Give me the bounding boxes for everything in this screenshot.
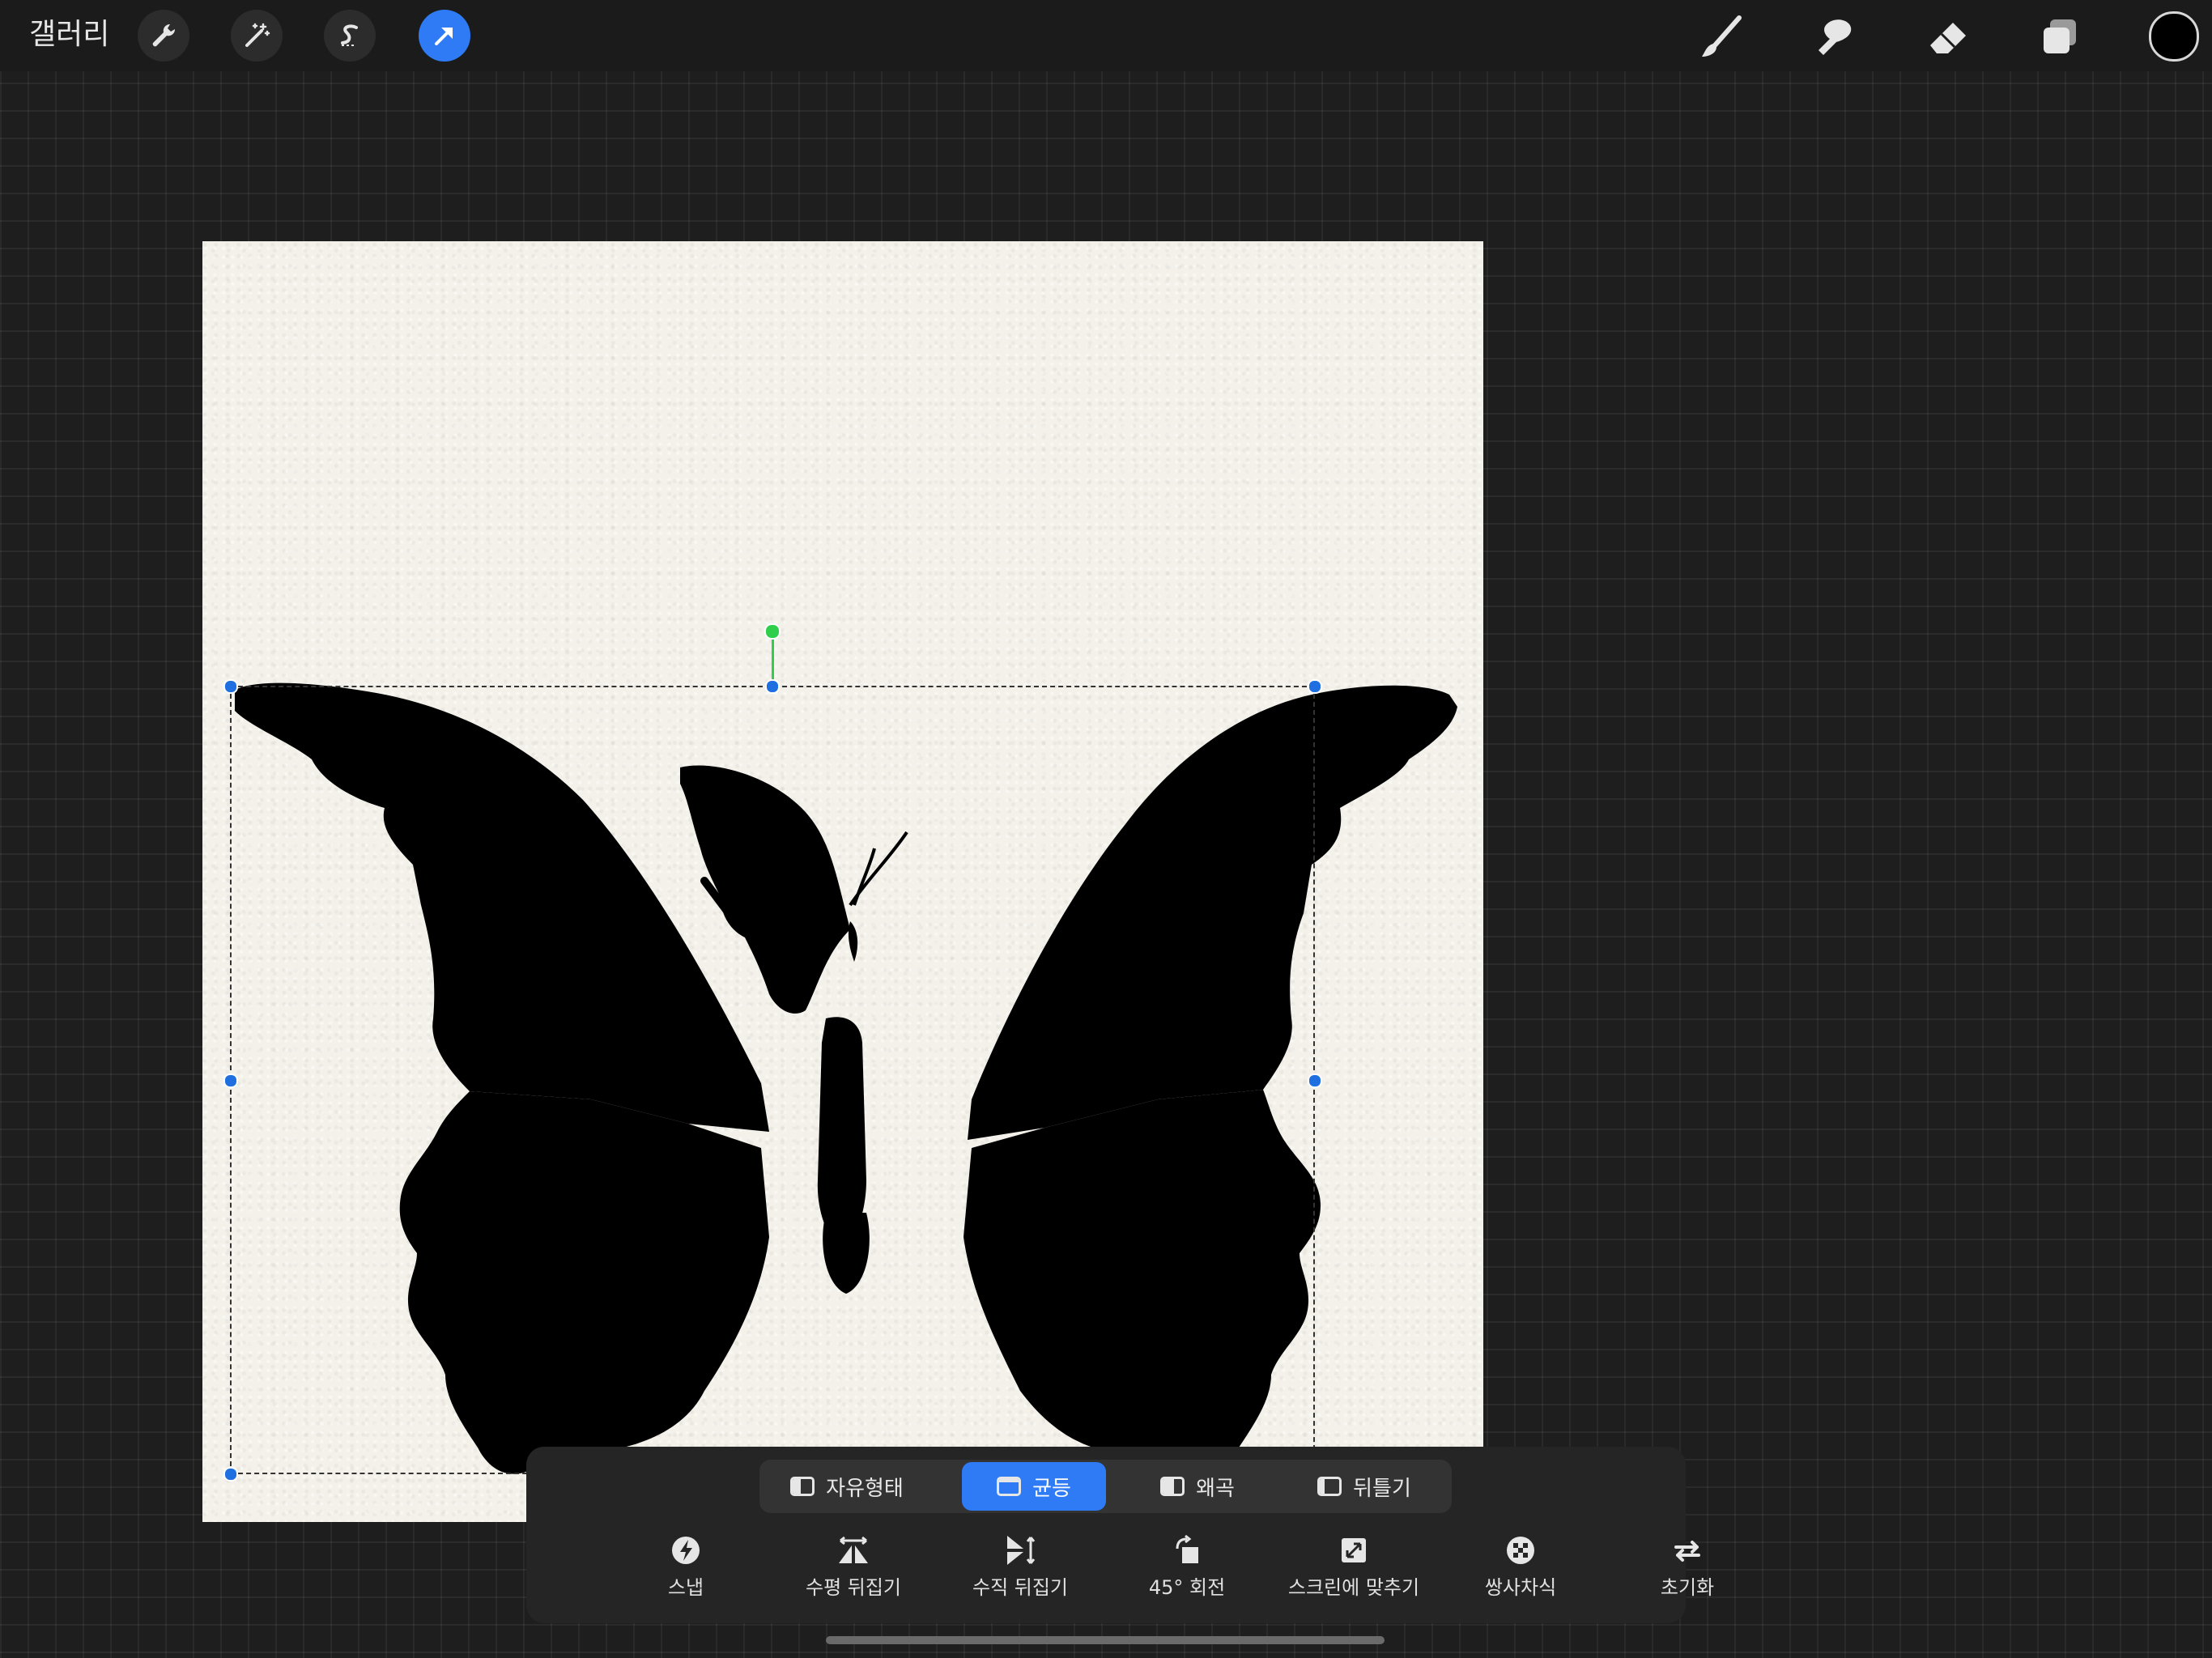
handle-top-right[interactable] bbox=[1308, 679, 1322, 694]
reset-button[interactable]: 초기화 bbox=[1606, 1534, 1768, 1607]
transform-panel: 자유형태 균등 왜곡 뒤틀기 스냅 수평 뒤집기 수직 뒤집기 45° 회전 스… bbox=[526, 1447, 1714, 1623]
flip-horizontal-icon bbox=[837, 1534, 870, 1567]
bicubic-icon bbox=[1504, 1534, 1537, 1567]
move-arrow-icon[interactable] bbox=[419, 10, 470, 62]
reset-icon bbox=[1671, 1534, 1704, 1567]
handle-top-center[interactable] bbox=[765, 679, 780, 694]
freeform-icon bbox=[790, 1477, 815, 1496]
bicubic-button[interactable]: 쌍사차식 bbox=[1440, 1534, 1602, 1607]
color-picker-button[interactable] bbox=[2149, 11, 2199, 62]
snap-button[interactable]: 스냅 bbox=[605, 1534, 767, 1607]
brush-icon[interactable] bbox=[1695, 11, 1747, 63]
uniform-icon bbox=[997, 1477, 1022, 1496]
magic-wand-icon[interactable] bbox=[231, 10, 283, 62]
flip-vertical-button[interactable]: 수직 뒤집기 bbox=[939, 1534, 1101, 1607]
distort-icon bbox=[1160, 1477, 1185, 1496]
wrench-icon[interactable] bbox=[138, 10, 189, 62]
rotation-handle-line bbox=[772, 636, 774, 685]
handle-bottom-left[interactable] bbox=[223, 1467, 238, 1482]
top-toolbar: 갤러리 bbox=[0, 0, 2212, 71]
smudge-icon[interactable] bbox=[1809, 11, 1861, 63]
warp-icon bbox=[1317, 1477, 1342, 1496]
eraser-icon[interactable] bbox=[1922, 11, 1974, 63]
handle-top-left[interactable] bbox=[223, 679, 238, 694]
layers-icon[interactable] bbox=[2034, 11, 2086, 63]
rotate-45-button[interactable]: 45° 회전 bbox=[1106, 1534, 1268, 1607]
mode-distort[interactable]: 왜곡 bbox=[1125, 1462, 1270, 1511]
selection-s-icon[interactable] bbox=[324, 10, 376, 62]
fit-to-screen-button[interactable]: 스크린에 맞추기 bbox=[1273, 1534, 1435, 1607]
snap-bolt-icon bbox=[670, 1534, 702, 1567]
rotate-45-icon bbox=[1171, 1534, 1203, 1567]
home-indicator[interactable] bbox=[826, 1636, 1385, 1644]
handle-middle-right[interactable] bbox=[1308, 1073, 1322, 1088]
transform-mode-segmented-control: 자유형태 균등 왜곡 뒤틀기 bbox=[759, 1460, 1452, 1513]
mode-freeform[interactable]: 자유형태 bbox=[766, 1462, 928, 1511]
gallery-button[interactable]: 갤러리 bbox=[29, 15, 109, 55]
flip-vertical-icon bbox=[1004, 1534, 1036, 1567]
rotation-handle[interactable] bbox=[764, 623, 781, 640]
fit-to-screen-icon bbox=[1338, 1534, 1370, 1567]
flip-horizontal-button[interactable]: 수평 뒤집기 bbox=[772, 1534, 934, 1607]
handle-middle-left[interactable] bbox=[223, 1073, 238, 1088]
mode-uniform[interactable]: 균등 bbox=[962, 1462, 1106, 1511]
mode-warp[interactable]: 뒤틀기 bbox=[1287, 1462, 1441, 1511]
transform-bounding-box[interactable] bbox=[230, 686, 1315, 1474]
